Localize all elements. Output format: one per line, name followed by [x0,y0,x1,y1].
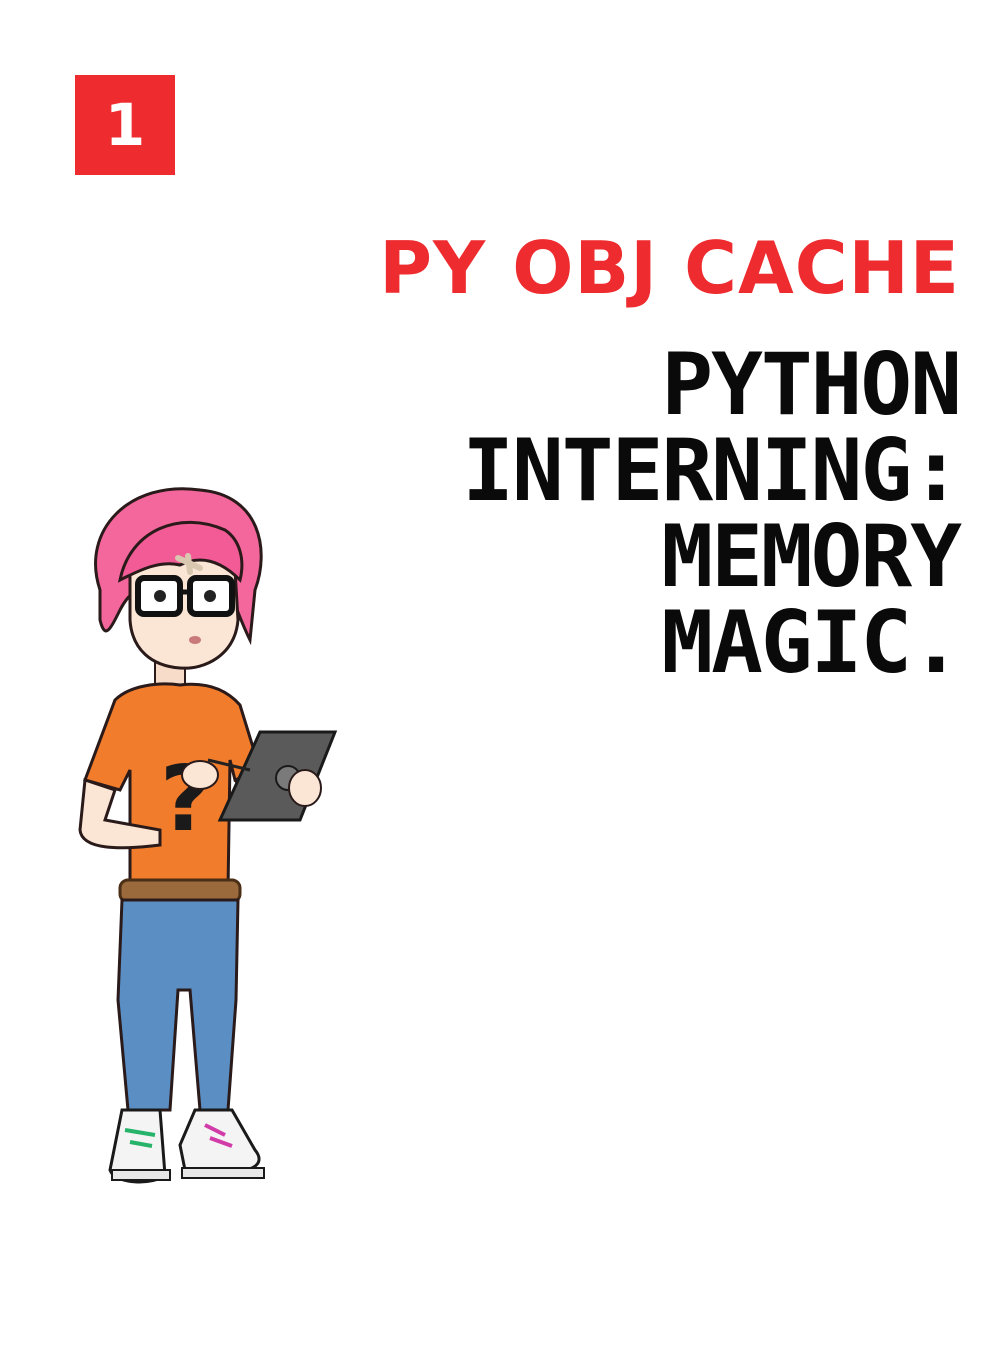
page-title: PYTHON INTERNING: MEMORY MAGIC. [260,335,962,693]
title-line: MEMORY [661,507,962,607]
title-line: MAGIC. [661,593,962,693]
slide-number-badge: 1 [75,75,175,175]
slide: 1 PY OBJ CACHE PYTHON INTERNING: MEMORY … [0,0,1000,1350]
character-with-tablet-illustration: ? [78,487,338,1184]
jeans-icon [116,898,240,1112]
slide-number: 1 [104,91,146,159]
title-line: INTERNING: [462,421,962,521]
title-line: PYTHON [661,335,962,435]
kicker-heading: PY OBJ CACHE [379,226,960,310]
